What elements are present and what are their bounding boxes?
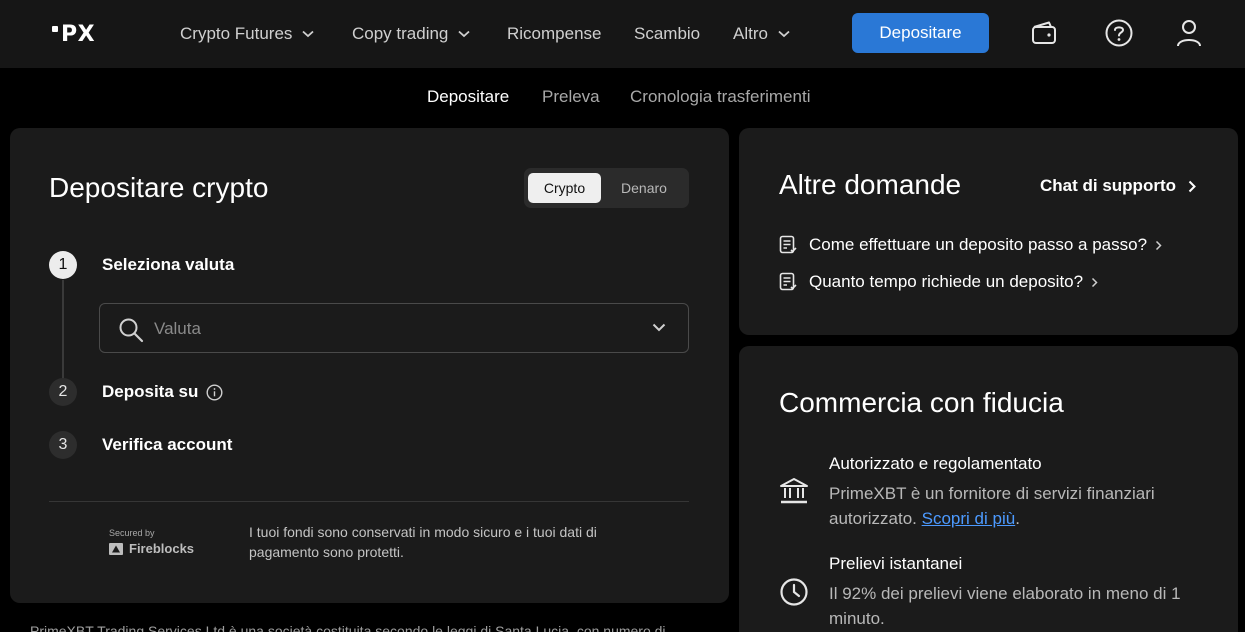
- logo-dot: [52, 26, 58, 32]
- document-icon: [779, 235, 797, 255]
- questions-panel: [739, 128, 1238, 335]
- trust-item-regulated-desc: PrimeXBT è un fornitore di servizi finan…: [829, 481, 1209, 531]
- user-icon[interactable]: [1173, 16, 1205, 50]
- search-icon: [119, 318, 144, 343]
- support-chat-label: Chat di supporto: [1040, 176, 1176, 195]
- chevron-down-icon: [302, 30, 315, 38]
- trust-item-withdrawals-title: Prelievi istantanei: [829, 554, 963, 573]
- step-1-label: Seleziona valuta: [102, 255, 234, 275]
- clock-icon: [780, 578, 808, 606]
- step-connector: [62, 280, 64, 380]
- step-2-label: Deposita su: [102, 382, 223, 402]
- regulated-desc-period: .: [1015, 509, 1020, 528]
- nav-ricompense-label: Ricompense: [507, 24, 602, 43]
- nav-copy-trading[interactable]: Copy trading: [352, 22, 470, 46]
- trust-title: Commercia con fiducia: [779, 387, 1064, 418]
- faq-item-deposit-steps[interactable]: Come effettuare un deposito passo a pass…: [779, 235, 1162, 255]
- logo-text: PX: [61, 21, 96, 47]
- support-chat-link[interactable]: Chat di supporto: [1040, 176, 1196, 196]
- nav-ricompense[interactable]: Ricompense: [507, 22, 602, 46]
- fireblocks-logo: Fireblocks: [109, 541, 194, 556]
- trust-item-withdrawals-desc: Il 92% dei prelievi viene elaborato in m…: [829, 584, 1181, 628]
- toggle-crypto[interactable]: Crypto: [528, 173, 601, 203]
- nav-altro[interactable]: Altro: [733, 22, 790, 46]
- faq-item-label: Quanto tempo richiede un deposito?: [809, 272, 1084, 291]
- step-3-text: Verifica account: [102, 435, 233, 454]
- tab-cronologia-trasferimenti[interactable]: Cronologia trasferimenti: [630, 87, 810, 107]
- step-3-badge: 3: [49, 431, 77, 459]
- chevron-right-icon: [1155, 240, 1162, 251]
- info-icon[interactable]: [206, 383, 223, 401]
- chevron-right-icon: [1188, 180, 1196, 192]
- primexbt-logo[interactable]: PX: [52, 20, 95, 48]
- nav-scambio-label: Scambio: [634, 24, 701, 43]
- nav-crypto-futures[interactable]: Crypto Futures: [180, 22, 315, 46]
- questions-title: Altre domande: [779, 169, 962, 200]
- deposit-type-toggle: Crypto Denaro: [524, 168, 689, 208]
- chevron-right-icon: [1091, 277, 1098, 288]
- nav-crypto-futures-label: Crypto Futures: [180, 24, 293, 43]
- step-3-label: Verifica account: [102, 435, 232, 455]
- fireblocks-text: Fireblocks: [129, 541, 195, 556]
- document-icon: [779, 272, 797, 292]
- bank-icon: [780, 478, 808, 504]
- nav-altro-label: Altro: [733, 24, 768, 43]
- help-icon[interactable]: [1103, 16, 1135, 50]
- legal-footer-text: PrimeXBT Trading Services Ltd è una soci…: [30, 623, 666, 632]
- chevron-down-icon: [652, 323, 666, 332]
- step-2-badge: 2: [49, 378, 77, 406]
- currency-select[interactable]: Valuta: [99, 303, 689, 353]
- step-1-text: Seleziona valuta: [102, 255, 235, 274]
- step-2-text: Deposita su: [102, 382, 199, 401]
- nav-copy-trading-label: Copy trading: [352, 24, 449, 43]
- deposit-title: Depositare crypto: [49, 172, 269, 203]
- nav-scambio[interactable]: Scambio: [634, 22, 700, 46]
- currency-select-placeholder: Valuta: [154, 319, 201, 338]
- faq-item-label: Come effettuare un deposito passo a pass…: [809, 235, 1148, 254]
- fireblocks-icon: [109, 542, 123, 555]
- header-deposit-button[interactable]: Depositare: [852, 13, 989, 53]
- chevron-down-icon: [778, 30, 790, 38]
- chevron-down-icon: [458, 30, 470, 38]
- learn-more-link[interactable]: Scopri di più: [922, 509, 1016, 528]
- tab-preleva[interactable]: Preleva: [542, 87, 600, 107]
- panel-divider: [49, 501, 689, 502]
- top-navigation-bar: PX Crypto Futures Copy trading Ricompens…: [0, 0, 1245, 68]
- tab-depositare[interactable]: Depositare: [427, 87, 509, 107]
- toggle-denaro[interactable]: Denaro: [604, 173, 684, 203]
- wallet-icon[interactable]: [1028, 16, 1060, 50]
- security-notice: I tuoi fondi sono conservati in modo sic…: [249, 524, 597, 560]
- faq-item-deposit-time[interactable]: Quanto tempo richiede un deposito?: [779, 272, 1098, 292]
- step-1-badge: 1: [49, 251, 77, 279]
- secured-by-label: Secured by: [109, 528, 155, 538]
- trust-item-regulated-title: Autorizzato e regolamentato: [829, 454, 1042, 473]
